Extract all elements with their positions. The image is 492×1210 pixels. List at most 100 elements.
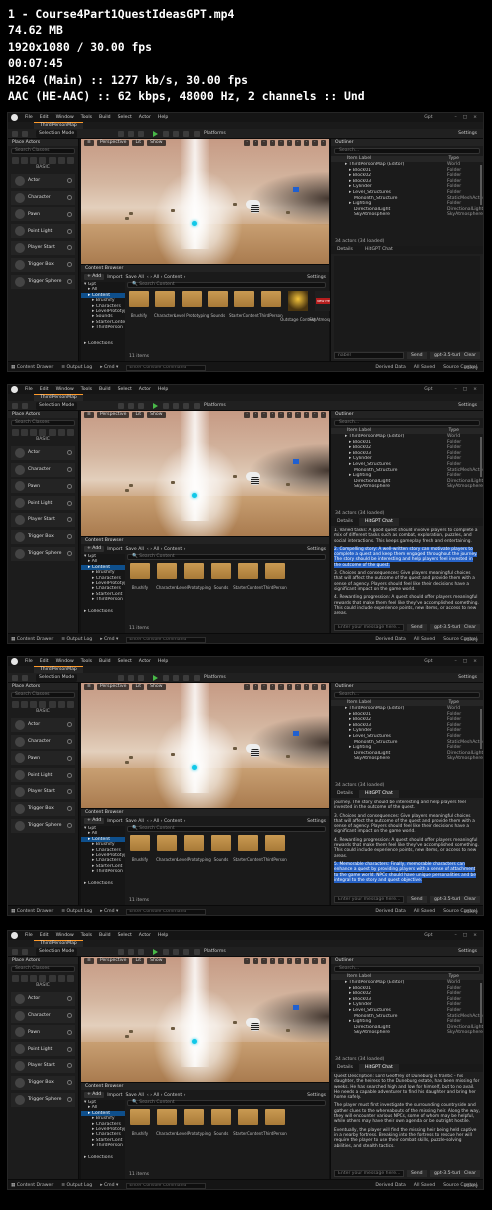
all-saved-indicator[interactable]: All Saved — [414, 365, 435, 370]
mode-icon[interactable] — [22, 675, 28, 681]
help-icon[interactable] — [67, 789, 72, 795]
add-actor-icon[interactable] — [118, 949, 124, 955]
settings-button[interactable]: Settings — [458, 947, 477, 957]
import-button[interactable]: Import — [107, 819, 122, 824]
outliner-scrollbar[interactable] — [480, 983, 482, 1023]
menu-select[interactable]: Select — [118, 115, 132, 120]
content-settings-button[interactable]: Settings — [307, 275, 326, 280]
import-button[interactable]: Import — [107, 275, 122, 280]
tab-hitgpt-chat[interactable]: HitGPT Chat — [359, 246, 399, 254]
angle-snap-icon[interactable]: · — [295, 140, 301, 146]
output-log-button[interactable]: ≡ Output Log — [61, 637, 92, 642]
output-log-button[interactable]: ≡ Output Log — [61, 909, 92, 914]
category-volumes-icon[interactable] — [57, 157, 65, 164]
close-icon[interactable]: × — [473, 933, 477, 938]
next-frame-icon[interactable] — [163, 403, 169, 409]
help-icon[interactable] — [67, 996, 72, 1002]
output-log-button[interactable]: ≡ Output Log — [61, 365, 92, 370]
menu-help[interactable]: Help — [158, 115, 168, 120]
category-shapes-icon[interactable] — [30, 701, 38, 708]
content-drawer-button[interactable]: ▦ Content Drawer — [11, 637, 53, 642]
content-drawer-button[interactable]: ▦ Content Drawer — [11, 1183, 53, 1188]
help-icon[interactable] — [67, 500, 72, 506]
actor-actor[interactable]: Actor — [11, 445, 75, 460]
maximize-icon[interactable]: · — [320, 412, 326, 418]
menu-help[interactable]: Help — [158, 387, 168, 392]
minimize-icon[interactable]: – — [455, 659, 457, 664]
help-icon[interactable] — [67, 772, 72, 778]
translate-icon[interactable]: · — [244, 958, 250, 964]
blueprint-icon[interactable] — [128, 131, 134, 137]
content-search-input[interactable]: 🔍 Search Content — [127, 282, 326, 288]
chat-input-field[interactable]: nabel — [334, 352, 404, 359]
save-all-button[interactable]: Save All — [125, 819, 143, 824]
tab-thirdpersonmap[interactable]: ThirdPersonMap — [34, 666, 83, 673]
content-settings-button[interactable]: Settings — [307, 819, 326, 824]
stop-icon[interactable] — [173, 675, 179, 681]
minimize-icon[interactable]: – — [455, 387, 457, 392]
content-search-input[interactable]: 🔍 Search Content — [127, 554, 326, 560]
cmd-dropdown[interactable]: ▸ Cmd ▾ — [100, 365, 118, 370]
menu-file[interactable]: File — [25, 115, 33, 120]
tab-details[interactable]: Details — [331, 518, 359, 526]
play-options-icon[interactable] — [183, 403, 189, 409]
menu-file[interactable]: File — [25, 659, 33, 664]
actor-point-light[interactable]: Point Light — [11, 1042, 75, 1057]
menu-tools[interactable]: Tools — [81, 659, 92, 664]
launch-icon[interactable] — [194, 403, 200, 409]
console-input[interactable]: Enter Console Command — [126, 1182, 207, 1189]
save-icon[interactable] — [12, 949, 18, 955]
asset-tile[interactable]: Brushify — [129, 291, 149, 335]
actor-trigger-box[interactable]: Trigger Box — [11, 529, 75, 544]
send-button[interactable]: Send — [407, 896, 427, 903]
cinematics-icon[interactable] — [138, 675, 144, 681]
path-all[interactable]: ‹ › All › Content › — [147, 1093, 186, 1098]
rotate-icon[interactable]: · — [252, 684, 259, 690]
menu-file[interactable]: File — [25, 387, 33, 392]
derived-data-button[interactable]: Derived Data — [375, 365, 405, 370]
menu-select[interactable]: Select — [118, 387, 132, 392]
send-button[interactable]: Send — [407, 352, 427, 359]
menu-tools[interactable]: Tools — [81, 115, 92, 120]
save-all-button[interactable]: Save All — [125, 275, 143, 280]
minimize-icon[interactable]: – — [455, 115, 457, 120]
help-icon[interactable] — [67, 823, 72, 829]
category-all-icon[interactable] — [66, 701, 74, 708]
menu-edit[interactable]: Edit — [40, 659, 49, 664]
blueprint-icon[interactable] — [128, 675, 134, 681]
tab-details[interactable]: Details — [331, 246, 359, 254]
maximize-icon[interactable]: □ — [463, 115, 467, 120]
outliner-scrollbar[interactable] — [480, 709, 482, 749]
close-icon[interactable]: × — [473, 659, 477, 664]
clear-button[interactable]: Clear — [459, 624, 480, 631]
camera-speed-icon[interactable]: · — [312, 140, 318, 146]
level-viewport[interactable]: ≡ Perspective Lit Show · · · · · · · · · · — [81, 139, 329, 264]
asset-tile[interactable]: ThirdPerson — [263, 1109, 287, 1153]
grid-snap-icon[interactable]: · — [286, 412, 293, 418]
menu-select[interactable]: Select — [118, 659, 132, 664]
tree-folder-thirdperson[interactable]: ▸ ThirdPerson — [81, 325, 125, 330]
selection-mode-dropdown[interactable]: Selection Mode — [36, 130, 78, 138]
stop-icon[interactable] — [173, 949, 179, 955]
asset-tile[interactable]: Sounds — [207, 291, 228, 335]
add-button[interactable]: + Add — [84, 546, 105, 552]
help-icon[interactable] — [67, 178, 72, 184]
asset-tile[interactable]: StarterContent — [229, 291, 259, 335]
category-cinematic-icon[interactable] — [39, 157, 47, 164]
help-icon[interactable] — [67, 211, 72, 217]
asset-tile[interactable]: ThirdPerson — [259, 291, 283, 335]
derived-data-button[interactable]: Derived Data — [375, 909, 405, 914]
clear-button[interactable]: Clear — [459, 352, 480, 359]
asset-tile[interactable]: Characters — [156, 835, 178, 879]
category-all-icon[interactable] — [66, 429, 74, 436]
category-visual-icon[interactable] — [48, 701, 56, 708]
outliner-row[interactable]: SkyAtmosphere SkyAtmosphere — [331, 1030, 483, 1036]
cmd-dropdown[interactable]: ▸ Cmd ▾ — [100, 637, 118, 642]
snap-icon[interactable]: · — [278, 958, 284, 964]
clear-button[interactable]: Clear — [459, 1170, 480, 1177]
help-icon[interactable] — [67, 739, 72, 745]
menu-actor[interactable]: Actor — [139, 387, 151, 392]
menu-actor[interactable]: Actor — [139, 659, 151, 664]
viewport-menu-button[interactable]: ≡ — [84, 958, 94, 964]
next-frame-icon[interactable] — [163, 131, 169, 137]
